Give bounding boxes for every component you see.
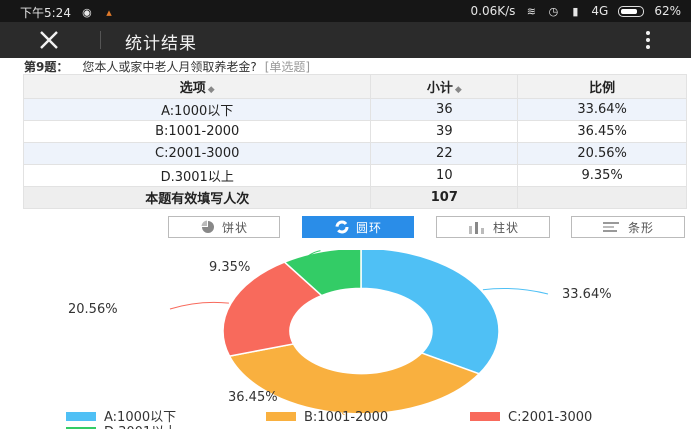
pie-chart-icon <box>201 220 214 233</box>
question-type: [单选题] <box>264 60 311 74</box>
alarm-icon: ◷ <box>548 4 559 18</box>
question-title: 第9题： 您本人或家中老人月领取养老金? [单选题] <box>24 58 310 75</box>
row-count: 22 <box>370 142 519 165</box>
row-ratio: 20.56% <box>517 142 687 165</box>
row-count: 36 <box>370 98 519 121</box>
legend-swatch[interactable] <box>266 412 296 421</box>
table-row: B:1001-2000 39 36.45% <box>22 120 687 143</box>
status-bar: 下午5:24 ◉ ▴ 0.06K/s ≋ ◷ ▮ 4G 62% <box>0 0 691 22</box>
network-type: 4G <box>591 4 609 18</box>
row-option: A:1000以下 <box>22 98 372 121</box>
close-icon[interactable] <box>38 29 60 51</box>
notification-icon: ▴ <box>106 6 112 19</box>
wifi-icon: ≋ <box>526 4 536 18</box>
legend-swatch[interactable] <box>66 412 96 421</box>
legend-label[interactable]: C:2001-3000 <box>508 410 592 425</box>
legend-swatch[interactable] <box>470 412 500 421</box>
battery-icon <box>618 5 645 17</box>
question-number: 第9题： <box>24 60 69 74</box>
bar-chart-icon <box>468 222 484 234</box>
donut-chart: 33.64% 36.45% 20.56% 9.35% A:1000以下 B:1001-20… <box>66 250 612 429</box>
row-ratio: 33.64% <box>517 98 687 121</box>
tab-label: 圆环 <box>355 220 382 235</box>
sort-icon[interactable]: ◆ <box>455 85 462 95</box>
title-bar: 统计结果 <box>0 22 691 58</box>
tab-donut[interactable]: 圆环 <box>302 216 414 238</box>
leader-line <box>482 287 549 295</box>
stats-table: 选项 ◆ 小计 ◆ 比例 A:1000以下 36 33.64% B:1001-200… <box>22 74 687 209</box>
title-divider <box>100 31 101 49</box>
data-label: 36.45% <box>228 390 278 405</box>
row-option: D.3001以上 <box>22 164 372 187</box>
legend-label[interactable]: B:1001-2000 <box>304 410 388 425</box>
chart-type-tabs: 饼状 圆环 柱状 条形 <box>0 216 691 238</box>
donut-chart-icon <box>335 220 349 234</box>
legend-label[interactable]: A:1000以下 <box>104 410 176 425</box>
total-value: 107 <box>370 186 519 209</box>
battery-level: 62% <box>654 4 681 18</box>
col-ratio: 比例 <box>517 74 687 99</box>
table-row: C:2001-3000 22 20.56% <box>22 142 687 165</box>
eye-icon: ◉ <box>82 6 92 19</box>
tab-label: 条形 <box>627 220 654 235</box>
row-count: 39 <box>370 120 519 143</box>
status-time: 下午5:24 <box>20 6 71 20</box>
row-option: B:1001-2000 <box>22 120 372 143</box>
data-label: 9.35% <box>209 260 250 275</box>
legend-label[interactable]: D.3001以上 <box>104 425 177 429</box>
hbar-chart-icon <box>602 222 619 232</box>
total-label: 本题有效填写人次 <box>22 186 372 209</box>
table-row: A:1000以下 36 33.64% <box>22 98 687 121</box>
table-header: 选项 ◆ 小计 ◆ 比例 <box>22 74 687 99</box>
tab-label: 饼状 <box>221 220 248 235</box>
page-title: 统计结果 <box>125 34 197 54</box>
tab-hbar[interactable]: 条形 <box>571 216 685 238</box>
row-ratio: 36.45% <box>517 120 687 143</box>
tab-pie[interactable]: 饼状 <box>168 216 280 238</box>
net-speed: 0.06K/s <box>470 4 516 18</box>
total-empty <box>517 186 687 209</box>
row-count: 10 <box>370 164 519 187</box>
row-option: C:2001-3000 <box>22 142 372 165</box>
question-text: 您本人或家中老人月领取养老金? <box>82 60 257 74</box>
row-ratio: 9.35% <box>517 164 687 187</box>
table-row: D.3001以上 10 9.35% <box>22 164 687 187</box>
tab-label: 柱状 <box>492 220 519 235</box>
more-menu-icon[interactable] <box>645 30 651 50</box>
leader-line <box>169 301 229 310</box>
col-option[interactable]: 选项 ◆ <box>22 74 372 99</box>
col-count[interactable]: 小计 ◆ <box>370 74 519 99</box>
table-total-row: 本题有效填写人次 107 <box>22 186 687 209</box>
data-label: 20.56% <box>68 302 118 317</box>
sort-icon[interactable]: ◆ <box>208 85 215 95</box>
tab-bar[interactable]: 柱状 <box>436 216 550 238</box>
signal-icon: ▮ <box>572 4 579 18</box>
data-label: 33.64% <box>562 287 612 302</box>
